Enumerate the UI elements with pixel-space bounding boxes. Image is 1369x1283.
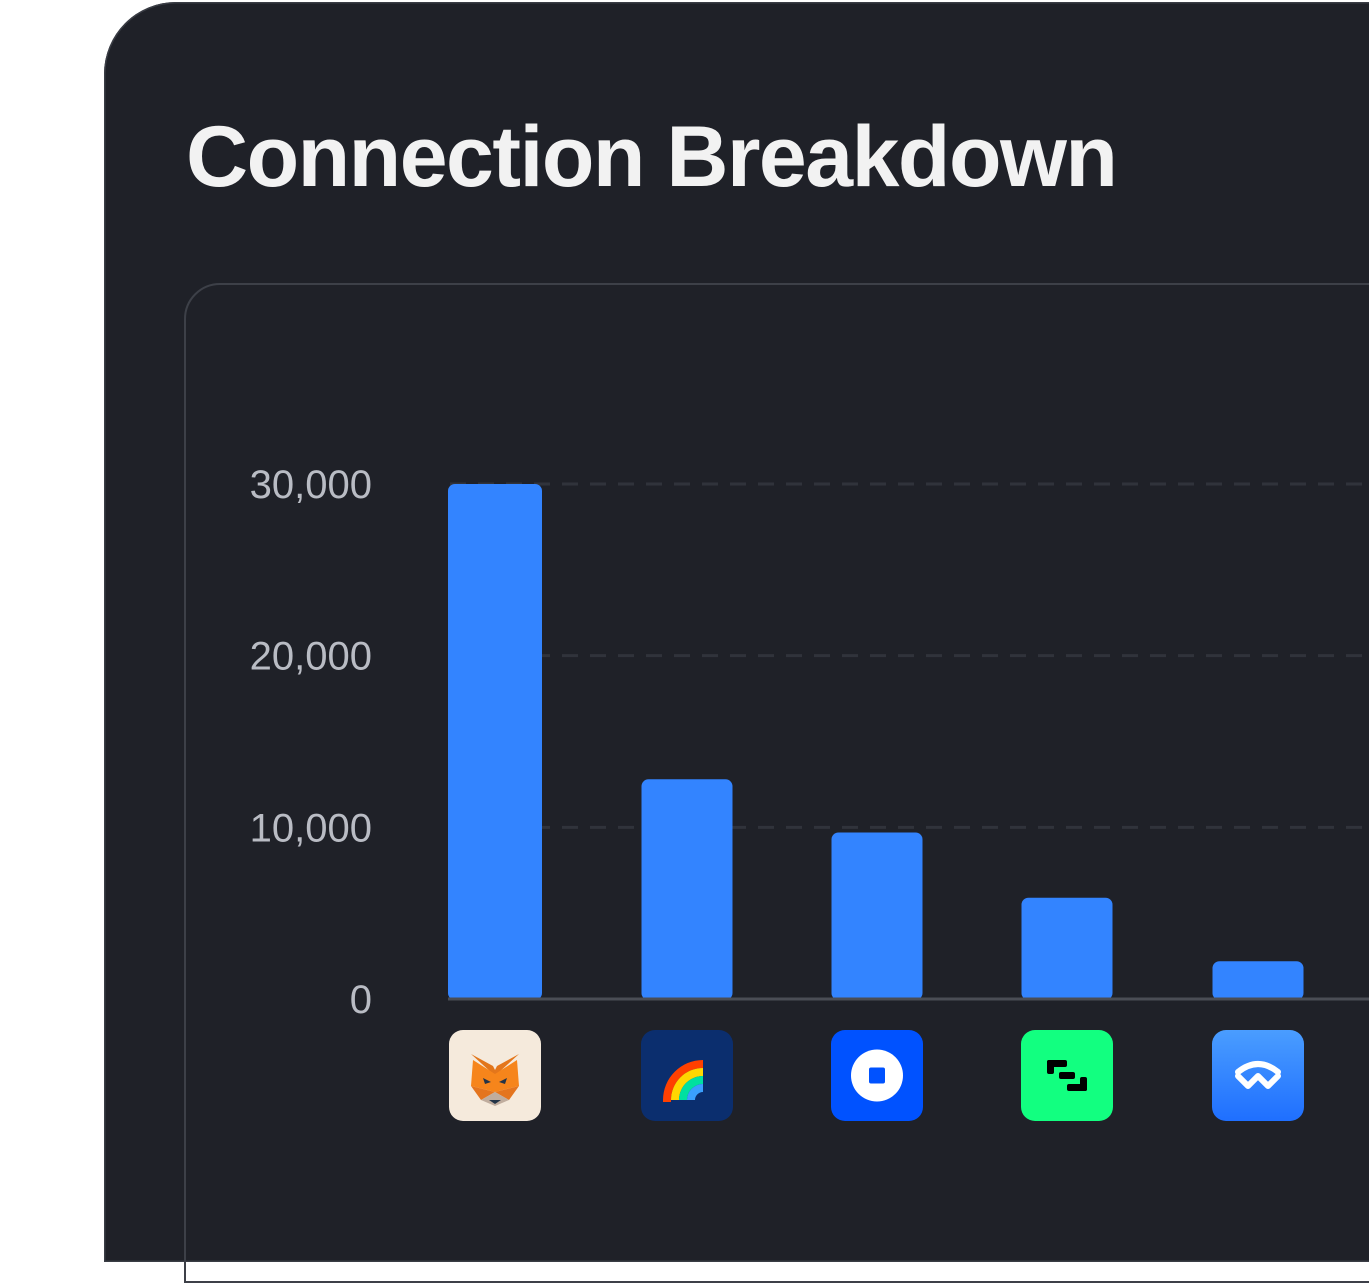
bitget-icon [1021, 1030, 1113, 1121]
walletconnect-icon [1212, 1030, 1304, 1121]
gridlines [450, 482, 1369, 829]
y-tick-label: 20,000 [250, 635, 372, 679]
bar-walletconnect [1212, 961, 1304, 1000]
bar-metamask [448, 484, 542, 1000]
y-tick-label: 30,000 [250, 463, 372, 507]
y-tick-label: 0 [350, 978, 372, 1022]
rainbow-icon [641, 1030, 733, 1121]
bar-bitget [1021, 897, 1113, 1000]
metamask-icon [449, 1030, 541, 1121]
bars [448, 484, 1304, 1000]
y-tick-label: 10,000 [250, 806, 372, 850]
bar-rainbow [641, 779, 733, 1000]
y-axis-ticks: 0 10,000 20,000 30,000 [250, 463, 372, 1022]
coinbase-icon [831, 1030, 923, 1121]
bar-coinbase [831, 832, 923, 1000]
